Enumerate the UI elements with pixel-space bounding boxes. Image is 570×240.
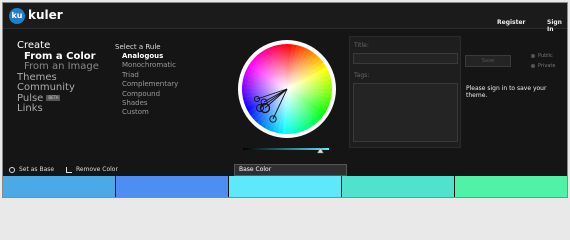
title-label: Title: (354, 42, 369, 49)
remove-color-label: Remove Color (76, 166, 118, 173)
base-color-tab[interactable]: Base Color (234, 164, 347, 176)
main-nav: Create From a Color From an Image Themes Com… (17, 40, 99, 115)
rule-analogous[interactable]: Analogous (115, 52, 178, 61)
color-swatch[interactable] (115, 176, 228, 197)
color-swatch[interactable] (454, 176, 567, 197)
set-as-base-button[interactable]: Set as Base (9, 166, 54, 173)
kuler-window: ku kuler Register Sign In Create From a C… (2, 2, 568, 198)
private-option[interactable]: Private (531, 63, 555, 69)
color-swatch[interactable] (228, 176, 341, 197)
save-button[interactable]: Save (465, 55, 511, 67)
title-input[interactable] (353, 53, 458, 64)
radio-icon[interactable] (531, 53, 535, 58)
app-title[interactable]: kuler (28, 8, 63, 22)
nav-item-label: Themes (17, 71, 57, 83)
rule-heading: Select a Rule (115, 43, 161, 51)
nav-item-label: Pulse (17, 92, 44, 104)
rule-shades[interactable]: Shades (115, 99, 178, 108)
color-swatch[interactable] (3, 176, 115, 197)
radio-icon[interactable] (531, 63, 535, 68)
nav-item-label: Links (17, 103, 43, 114)
register-link[interactable]: Register (497, 19, 526, 26)
public-option[interactable]: Public (531, 53, 553, 59)
top-bar: ku kuler Register Sign In (3, 3, 567, 33)
remove-color-button[interactable]: Remove Color (66, 166, 118, 173)
color-swatches (3, 176, 567, 197)
sign-in-message: Please sign in to save your theme. (466, 85, 547, 99)
beta-badge: BETA (46, 94, 61, 101)
color-wheel[interactable] (237, 39, 337, 139)
brightness-track (243, 148, 329, 150)
rule-complementary[interactable]: Complementary (115, 80, 178, 89)
theme-save-form: Title: Tags: (349, 36, 461, 148)
nav-item-label: Community (17, 82, 75, 93)
rule-selector: Select a Rule Analogous Monochromatic Tria… (115, 43, 178, 118)
nav-item-label: From a Color (24, 50, 96, 62)
brightness-slider[interactable] (243, 146, 329, 154)
kuler-logo-icon[interactable]: ku (9, 8, 25, 24)
public-label: Public (538, 53, 553, 59)
sign-in-link[interactable]: Sign In (547, 19, 567, 33)
rule-compound[interactable]: Compound (115, 90, 178, 99)
nav-item-links[interactable]: Links (17, 103, 99, 115)
nav-item-label: From an Image (24, 61, 99, 72)
set-as-base-label: Set as Base (19, 166, 55, 173)
color-swatch[interactable] (341, 176, 454, 197)
private-label: Private (538, 63, 556, 69)
nav-item-label: Create (17, 40, 51, 51)
rule-custom[interactable]: Custom (115, 108, 178, 117)
remove-icon (66, 166, 72, 173)
target-icon (9, 166, 15, 173)
rule-triad[interactable]: Triad (115, 71, 178, 80)
tags-input[interactable] (353, 83, 458, 142)
tags-label: Tags: (354, 72, 370, 79)
rule-list: Analogous Monochromatic Triad Complementary… (115, 52, 178, 118)
rule-monochromatic[interactable]: Monochromatic (115, 61, 178, 70)
